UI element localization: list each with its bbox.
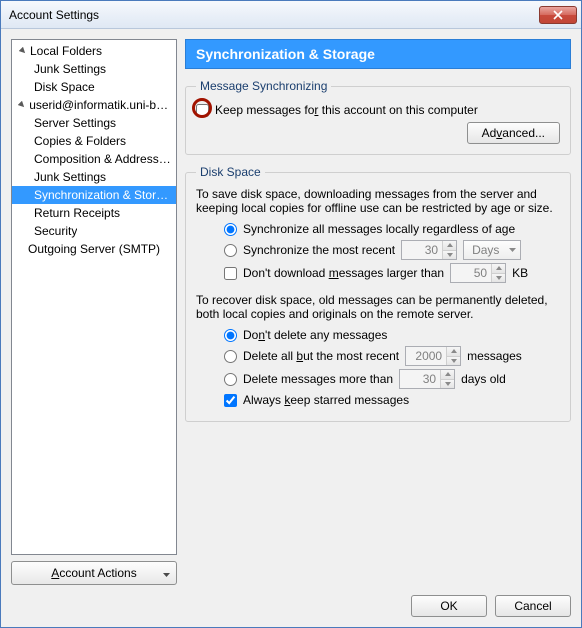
spin-up-icon <box>447 347 460 357</box>
dont-download-checkbox[interactable] <box>224 267 237 280</box>
tree-smtp[interactable]: Outgoing Server (SMTP) <box>12 240 176 258</box>
tree-local-disk[interactable]: Disk Space <box>12 78 176 96</box>
main-panes: Local Folders Junk Settings Disk Space u… <box>11 39 571 585</box>
cancel-button[interactable]: Cancel <box>495 595 571 617</box>
spin-up-icon <box>441 370 454 380</box>
keep-messages-label: Keep messages for this account on this c… <box>215 102 478 118</box>
spin-down-icon <box>441 380 454 389</box>
close-button[interactable] <box>539 6 577 24</box>
disk-desc-1: To save disk space, downloading messages… <box>196 187 560 215</box>
window: Account Settings Local Folders Junk Sett… <box>0 0 582 628</box>
close-icon <box>553 10 563 20</box>
dialog-body: Local Folders Junk Settings Disk Space u… <box>1 29 581 627</box>
page-title: Synchronization & Storage <box>185 39 571 69</box>
sync-recent-spinner[interactable] <box>401 240 457 260</box>
message-sync-legend: Message Synchronizing <box>196 79 331 93</box>
keep-messages-checkbox[interactable] <box>196 104 209 117</box>
messages-label: messages <box>467 348 522 364</box>
sync-recent-field[interactable] <box>402 241 442 259</box>
tree-sync-storage[interactable]: Synchronization & Storage <box>12 186 176 204</box>
tree-account[interactable]: userid@informatik.uni-bonn... <box>12 96 176 114</box>
dialog-footer: OK Cancel <box>11 585 571 617</box>
kb-label: KB <box>512 265 528 281</box>
dont-download-field[interactable] <box>451 264 491 282</box>
sync-all-label: Synchronize all messages locally regardl… <box>243 221 515 237</box>
dont-delete-radio[interactable] <box>224 329 237 342</box>
window-title: Account Settings <box>9 8 99 22</box>
sync-all-radio[interactable] <box>224 223 237 236</box>
disk-space-legend: Disk Space <box>196 165 265 179</box>
spin-down-icon <box>447 357 460 366</box>
dont-download-spinner[interactable] <box>450 263 506 283</box>
days-old-label: days old <box>461 371 506 387</box>
tree-server-settings[interactable]: Server Settings <box>12 114 176 132</box>
ok-button[interactable]: OK <box>411 595 487 617</box>
delete-but-recent-spinner[interactable] <box>405 346 461 366</box>
advanced-button[interactable]: Advanced... <box>467 122 560 144</box>
message-sync-group: Message Synchronizing Keep messages for … <box>185 79 571 155</box>
tree-local-junk[interactable]: Junk Settings <box>12 60 176 78</box>
titlebar: Account Settings <box>1 1 581 29</box>
chevron-down-icon <box>163 566 170 580</box>
delete-but-recent-radio[interactable] <box>224 350 237 363</box>
sync-recent-label: Synchronize the most recent <box>243 242 395 258</box>
disk-space-group: Disk Space To save disk space, downloadi… <box>185 165 571 422</box>
dont-delete-label: Don't delete any messages <box>243 327 387 343</box>
content-pane: Synchronization & Storage Message Synchr… <box>185 39 571 585</box>
spin-down-icon <box>443 251 456 260</box>
spin-down-icon <box>492 274 505 283</box>
delete-more-than-field[interactable] <box>400 370 440 388</box>
account-actions-button[interactable]: AAccount Actionsccount Actions <box>11 561 177 585</box>
tree-composition[interactable]: Composition & Addressing <box>12 150 176 168</box>
keep-starred-label: Always keep starred messages <box>243 392 409 408</box>
keep-starred-checkbox[interactable] <box>224 394 237 407</box>
tree-local-folders[interactable]: Local Folders <box>12 42 176 60</box>
tree-copies-folders[interactable]: Copies & Folders <box>12 132 176 150</box>
days-combo[interactable]: Days <box>463 240 521 260</box>
delete-more-than-label: Delete messages more than <box>243 371 393 387</box>
delete-more-than-spinner[interactable] <box>399 369 455 389</box>
tree-pane: Local Folders Junk Settings Disk Space u… <box>11 39 177 585</box>
delete-more-than-radio[interactable] <box>224 373 237 386</box>
dont-download-label: Don't download messages larger than <box>243 265 444 281</box>
delete-but-recent-field[interactable] <box>406 347 446 365</box>
accounts-tree[interactable]: Local Folders Junk Settings Disk Space u… <box>11 39 177 555</box>
spin-up-icon <box>443 241 456 251</box>
twisty-icon <box>18 101 26 110</box>
tree-security[interactable]: Security <box>12 222 176 240</box>
delete-but-recent-label: Delete all but the most recent <box>243 348 399 364</box>
tree-return-receipts[interactable]: Return Receipts <box>12 204 176 222</box>
tree-junk[interactable]: Junk Settings <box>12 168 176 186</box>
spin-up-icon <box>492 264 505 274</box>
twisty-icon <box>18 47 27 56</box>
sync-recent-radio[interactable] <box>224 244 237 257</box>
chevron-down-icon <box>509 248 516 252</box>
disk-desc-2: To recover disk space, old messages can … <box>196 293 560 321</box>
